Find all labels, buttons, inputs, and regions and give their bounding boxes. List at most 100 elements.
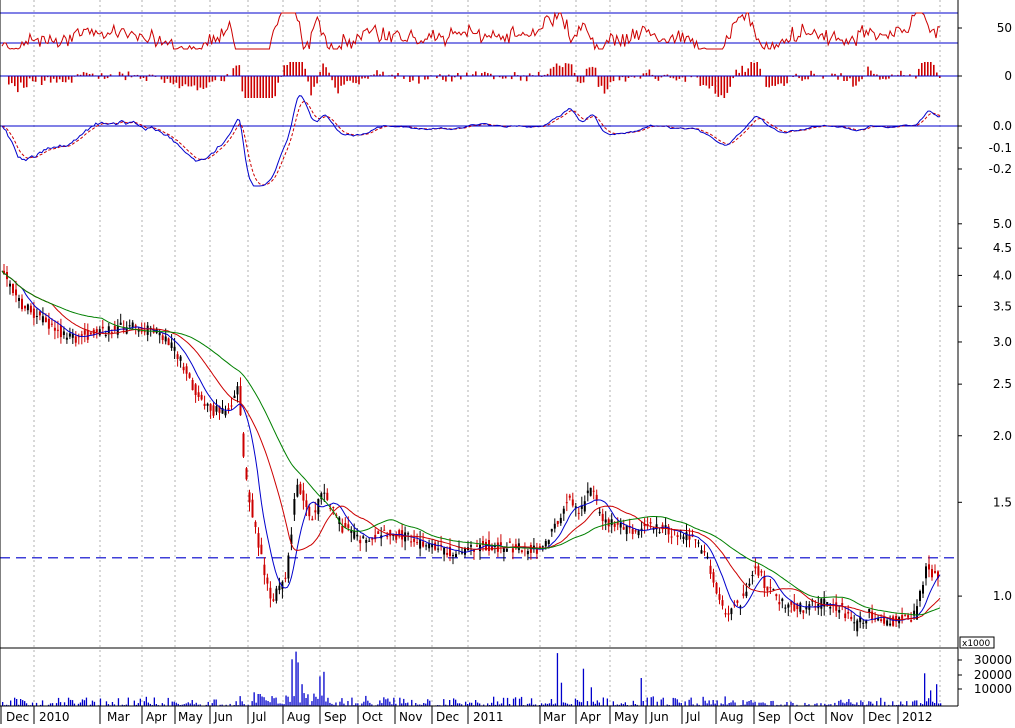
volume-bar <box>519 699 520 706</box>
volume-bar <box>307 694 308 706</box>
momentum-bar <box>556 64 558 77</box>
panel-frames <box>0 0 958 706</box>
macd-tick-label: -0.1 <box>989 141 1012 155</box>
momentum-bar <box>170 76 172 83</box>
volume-bar <box>924 673 925 706</box>
candle-body <box>299 484 301 494</box>
candle-body <box>383 530 385 531</box>
candle-body <box>141 331 143 332</box>
volume-bar <box>840 700 841 706</box>
momentum-bar <box>346 76 348 81</box>
x-tick-label: Oct <box>794 710 815 724</box>
momentum-bar <box>164 76 166 83</box>
candle-body <box>374 535 376 539</box>
momentum-bar <box>562 67 564 76</box>
x-tick-label: Oct <box>362 710 383 724</box>
candle-body <box>754 567 756 569</box>
momentum-bar <box>343 76 345 85</box>
volume-bar <box>513 699 514 706</box>
volume-bar <box>912 702 913 707</box>
momentum-bar <box>307 76 309 82</box>
momentum-bar <box>625 76 627 82</box>
candle-body <box>638 531 640 536</box>
momentum-bar <box>179 76 181 88</box>
candle-body <box>560 518 562 523</box>
candle-body <box>305 500 307 507</box>
momentum-bar <box>571 64 573 76</box>
candle-body <box>934 571 936 573</box>
momentum-bar <box>475 71 477 76</box>
volume-bar <box>2 702 3 706</box>
candle-body <box>359 540 361 543</box>
volume-bar <box>661 700 662 707</box>
volume-bar <box>134 701 135 706</box>
chart-svg: 5000.0-0.1-0.25.04.54.03.53.02.52.01.51.… <box>0 0 1015 724</box>
momentum-bar <box>843 76 845 81</box>
momentum-bar <box>298 62 300 76</box>
candle-body <box>314 510 316 512</box>
momentum-bar <box>50 76 52 83</box>
candle-body <box>739 606 741 607</box>
momentum-bar <box>376 70 378 76</box>
candle-body <box>862 623 864 624</box>
candle-body <box>96 329 98 332</box>
volume-bar <box>271 696 272 706</box>
volume-bar <box>742 700 743 706</box>
candle-body <box>566 502 568 503</box>
candle-body <box>745 592 747 596</box>
candle-body <box>332 507 334 508</box>
volume-bar <box>24 701 25 706</box>
x-tick-label: Nov <box>399 710 422 724</box>
candle-body <box>72 334 74 338</box>
candle-body <box>506 549 508 552</box>
x-tick-label: Dec <box>868 710 891 724</box>
candle-body <box>695 539 697 540</box>
candle-body <box>162 335 164 340</box>
candle-body <box>9 284 11 287</box>
momentum-bar <box>559 66 561 76</box>
momentum-bar <box>553 67 555 76</box>
candle-body <box>910 620 912 622</box>
momentum-bar <box>83 72 85 76</box>
volume-bar <box>591 687 592 706</box>
volume-bar <box>168 698 169 706</box>
momentum-bar <box>334 76 336 88</box>
x-axis-ticks: Dec2010MarAprMayJunJulAugSepOctNovDec201… <box>1 706 933 724</box>
candle-body <box>362 536 364 538</box>
candle-body <box>33 309 35 318</box>
candle-body <box>701 550 703 553</box>
candle-body <box>147 326 149 335</box>
momentum-bar <box>610 76 612 82</box>
momentum-bar <box>550 69 552 76</box>
volume-bar <box>876 701 877 706</box>
candle-body <box>775 594 777 596</box>
volume-bar <box>363 702 364 706</box>
candle-body <box>707 557 709 558</box>
momentum-bar <box>68 76 70 80</box>
momentum-bar <box>340 76 342 86</box>
candle-body <box>569 496 571 498</box>
candle-body <box>620 523 622 528</box>
momentum-bar <box>412 76 414 81</box>
momentum-bar <box>756 62 758 76</box>
momentum-bar <box>936 73 938 77</box>
candle-body <box>326 493 328 500</box>
volume-bar <box>146 697 147 706</box>
candle-body <box>497 543 499 552</box>
x-tick-label: Mar <box>107 710 130 724</box>
momentum-bar <box>867 67 869 76</box>
momentum-bar <box>355 76 357 83</box>
volume-bar <box>772 701 773 706</box>
momentum-bar <box>71 76 73 83</box>
candle-body <box>868 609 870 613</box>
momentum-bar <box>783 76 785 86</box>
candle-body <box>231 406 233 407</box>
candle-body <box>275 589 277 601</box>
candle-body <box>63 331 65 335</box>
momentum-bar <box>295 62 297 76</box>
x-tick-label: May <box>178 710 203 724</box>
candle-body <box>880 619 882 621</box>
momentum-bar <box>191 76 193 86</box>
candle-body <box>90 332 92 334</box>
candle-body <box>584 501 586 511</box>
